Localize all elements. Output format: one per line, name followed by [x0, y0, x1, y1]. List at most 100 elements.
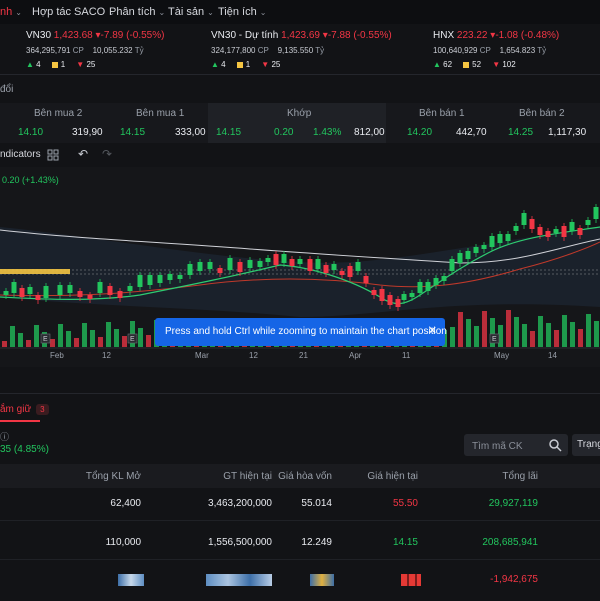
volume-bar	[474, 326, 479, 347]
candle-body	[553, 229, 559, 233]
candle-body	[489, 236, 495, 247]
chart-change-label: 0.20 (+1.43%)	[2, 175, 59, 185]
x-tick-3: 12	[249, 351, 258, 360]
match-price: 14.15	[216, 127, 242, 138]
candle-body	[395, 299, 401, 307]
volume-bar	[66, 331, 71, 347]
candle-body	[207, 262, 213, 269]
zoom-hint-toast: Press and hold Ctrl while zooming to mai…	[155, 318, 447, 346]
redo-icon[interactable]: ↷	[102, 147, 112, 161]
search-input[interactable]	[470, 437, 550, 455]
indicators-button[interactable]: ndicators	[0, 149, 41, 160]
candle-body	[425, 282, 431, 291]
candle-body	[331, 264, 337, 270]
table-row[interactable]: 62,400 3,463,200,000 55.014 55.50 29,927…	[0, 488, 600, 521]
candle-body	[35, 295, 41, 300]
nav-item-trade[interactable]: nh ⌄	[0, 6, 22, 18]
col-current-value[interactable]: GT hiện tại	[223, 471, 272, 482]
volume-bar	[458, 312, 463, 347]
col-total-profit[interactable]: Tổng lãi	[502, 471, 538, 482]
col-current-price[interactable]: Giá hiện tại	[367, 471, 418, 482]
candle-body	[529, 219, 535, 229]
col-total-volume[interactable]: Tổng KL Mở	[86, 471, 141, 482]
volume-bar	[74, 338, 79, 347]
x-tick-5: Apr	[349, 351, 362, 360]
table-row[interactable]: 110,000 1,556,500,000 12.249 14.15 208,6…	[0, 527, 600, 560]
candle-body	[347, 266, 353, 277]
volume-bar	[466, 319, 471, 347]
volume-bar	[18, 333, 23, 347]
volume-bar	[10, 326, 15, 347]
event-marker: E	[130, 336, 135, 343]
table-row[interactable]: -1,942,675	[0, 564, 600, 596]
volume-bar	[90, 330, 95, 347]
candle-body	[315, 259, 321, 269]
volume-bar	[578, 329, 583, 347]
grid-layout-icon[interactable]	[47, 149, 59, 161]
volume-bar	[122, 336, 127, 347]
candle-body	[363, 276, 369, 283]
col-breakeven-price[interactable]: Giá hòa vốn	[278, 471, 332, 482]
x-tick-6: 11	[402, 351, 411, 360]
index-hnx[interactable]: HNX 223.22 ▾-1.08 (-0.48%) 100,640,929 C…	[433, 30, 559, 69]
candle-body	[273, 254, 279, 265]
candle-body	[137, 275, 143, 287]
sell2-volume: 1,117,30	[548, 127, 587, 138]
candle-body	[497, 234, 503, 243]
index-vn30-forecast[interactable]: VN30 - Dự tính 1,423.69 ▾-7.88 (-0.55%) …	[211, 30, 392, 69]
sell1-price[interactable]: 14.20	[407, 127, 432, 138]
candle-body	[585, 220, 591, 225]
candle-body	[521, 213, 527, 225]
match-volume: 812,00	[354, 127, 385, 138]
volume-bar	[106, 322, 111, 347]
candle-body	[3, 291, 9, 295]
order-book: Bên mua 2 Bên mua 1 Khớp Bên bán 1 Bên b…	[0, 103, 600, 143]
candle-body	[177, 275, 183, 279]
candle-body	[545, 231, 551, 237]
nav-item-analysis[interactable]: Phân tích ⌄	[109, 6, 165, 18]
top-nav: nh ⌄ Hợp tác SACO ⌄ Phân tích ⌄ Tài sản ⌄ Ti…	[0, 0, 600, 24]
volume-bar	[586, 314, 591, 347]
price-highlight	[0, 269, 70, 274]
candle-body	[409, 293, 415, 297]
volume-bar	[506, 310, 511, 347]
status-filter-button[interactable]: Trạng	[572, 434, 600, 456]
holdings-panel: ắm giữ3 ⓘ 35 (4.85%) Trạng Tổng KL Mở GT…	[0, 393, 600, 601]
match-change: 0.20	[274, 127, 294, 138]
nav-item-saco[interactable]: Hợp tác SACO ⌄	[32, 6, 115, 18]
search-icon[interactable]	[548, 438, 562, 452]
candle-body	[197, 262, 203, 271]
volume-bar	[514, 317, 519, 347]
nav-item-utilities[interactable]: Tiện ích ⌄	[218, 6, 266, 18]
candle-body	[19, 288, 25, 297]
volume-bar	[482, 311, 487, 347]
candle-body	[371, 290, 377, 295]
candle-body	[465, 251, 471, 259]
candle-body	[457, 253, 463, 263]
sell2-price[interactable]: 14.25	[508, 127, 533, 138]
buy2-price[interactable]: 14.10	[18, 127, 43, 138]
close-icon[interactable]: ✕	[428, 324, 437, 337]
candle-body	[297, 259, 303, 264]
candle-body	[57, 285, 63, 295]
volume-bar	[594, 321, 599, 347]
undo-icon[interactable]: ↶	[78, 147, 88, 161]
buy1-price[interactable]: 14.15	[120, 127, 145, 138]
x-tick-8: 14	[548, 351, 557, 360]
candle-body	[247, 260, 253, 268]
search-box[interactable]	[464, 434, 568, 456]
nav-item-assets[interactable]: Tài sản ⌄	[168, 6, 214, 18]
header-match: Khớp	[287, 108, 312, 119]
candle-body	[87, 295, 93, 299]
volume-bar	[538, 316, 543, 347]
tab-holdings[interactable]: ắm giữ 3	[0, 404, 49, 415]
index-vn30[interactable]: VN30 1,423.68 ▾-7.89 (-0.55%) 364,295,79…	[26, 30, 164, 69]
sell1-volume: 442,70	[456, 127, 487, 138]
chevron-down-icon: ⌄	[259, 8, 267, 17]
candle-body	[513, 226, 519, 231]
candle-body	[77, 291, 83, 297]
info-icon: ⓘ	[0, 432, 10, 442]
candle-body	[307, 259, 313, 271]
chevron-down-icon: ⌄	[158, 8, 166, 17]
volume-bar	[146, 335, 151, 347]
